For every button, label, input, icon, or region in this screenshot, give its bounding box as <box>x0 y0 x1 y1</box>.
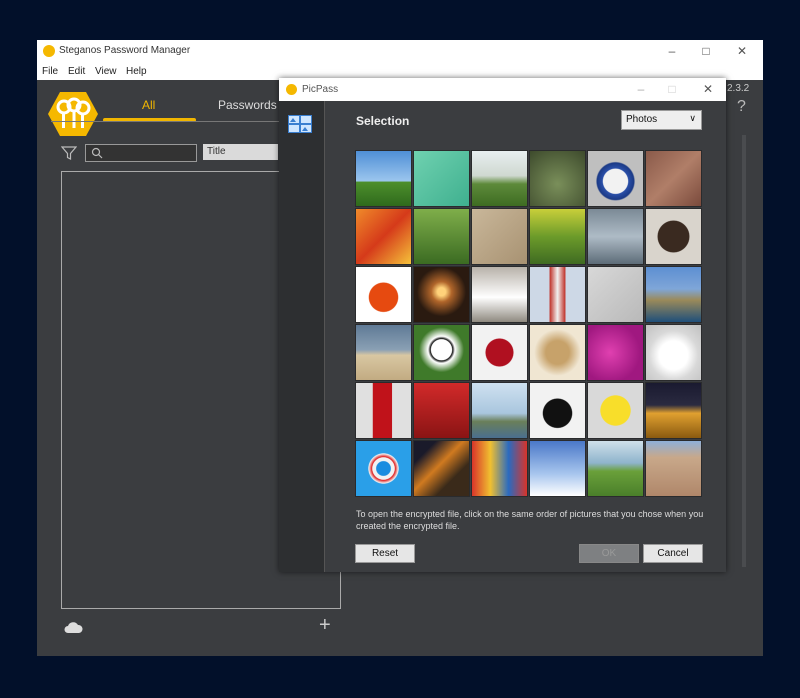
add-entry-button[interactable]: + <box>319 614 331 637</box>
picture-bowl[interactable] <box>587 150 644 207</box>
maximize-button[interactable]: □ <box>699 44 713 58</box>
menu-edit[interactable]: Edit <box>68 66 85 77</box>
title-bar: Steganos Password Manager – □ ✕ <box>37 40 763 63</box>
picture-cliff[interactable] <box>645 266 702 323</box>
sort-select[interactable]: Title <box>203 144 278 160</box>
picture-monkey[interactable] <box>645 208 702 265</box>
picture-fire-truck[interactable] <box>413 382 470 439</box>
picture-gift-bag[interactable] <box>355 208 412 265</box>
picture-tree[interactable] <box>355 150 412 207</box>
picture-grid-icon[interactable] <box>288 115 312 133</box>
picture-apple[interactable] <box>355 266 412 323</box>
app-logo-icon <box>286 84 297 95</box>
cancel-button[interactable]: Cancel <box>643 544 703 563</box>
dialog-close-button[interactable]: ✕ <box>701 82 715 96</box>
tab-all[interactable]: All <box>142 98 155 112</box>
picture-building[interactable] <box>645 440 702 497</box>
dialog-minimize-button[interactable]: – <box>634 82 648 96</box>
picture-telephone[interactable] <box>529 382 586 439</box>
version-label: 2.3.2 <box>727 83 750 94</box>
selection-heading: Selection <box>356 114 410 128</box>
menu-view[interactable]: View <box>95 66 117 77</box>
picture-sea[interactable] <box>587 208 644 265</box>
picture-dog[interactable] <box>355 324 412 381</box>
picture-flowers[interactable] <box>587 324 644 381</box>
picture-lighthouse[interactable] <box>529 266 586 323</box>
picture-extinguisher[interactable] <box>355 382 412 439</box>
picture-smiley[interactable] <box>587 382 644 439</box>
picture-sand[interactable] <box>471 208 528 265</box>
dialog-maximize-button[interactable]: □ <box>665 82 679 96</box>
menu-file[interactable]: File <box>42 66 58 77</box>
picpass-dialog: PicPass – □ ✕ Selection Photos ∨ To open… <box>279 78 726 572</box>
sort-select-value: Title <box>207 146 226 157</box>
picture-football[interactable] <box>413 324 470 381</box>
dialog-title: PicPass <box>302 84 339 95</box>
picture-brick[interactable] <box>645 150 702 207</box>
reset-button[interactable]: Reset <box>355 544 415 563</box>
ok-button[interactable]: OK <box>579 544 639 563</box>
picture-horse[interactable] <box>471 266 528 323</box>
picture-spices[interactable] <box>529 324 586 381</box>
picture-night-road[interactable] <box>413 440 470 497</box>
sidebar-divider <box>324 101 325 572</box>
picture-field[interactable] <box>529 208 586 265</box>
picture-carousel[interactable] <box>471 440 528 497</box>
chevron-down-icon: ∨ <box>689 113 696 123</box>
filter-icon[interactable] <box>61 145 77 161</box>
keys-logo-icon <box>48 92 98 136</box>
picture-set-dropdown[interactable]: Photos ∨ <box>621 110 702 130</box>
tab-passwords[interactable]: Passwords <box>218 98 277 112</box>
picture-grid <box>355 150 703 498</box>
help-button[interactable]: ? <box>737 98 746 116</box>
menu-help[interactable]: Help <box>126 66 147 77</box>
instructions-text: To open the encrypted file, click on the… <box>356 509 704 531</box>
search-icon <box>91 147 103 159</box>
minimize-button[interactable]: – <box>665 44 679 58</box>
picture-set-value: Photos <box>626 114 658 125</box>
tab-divider <box>51 121 281 122</box>
cloud-icon[interactable] <box>63 620 83 634</box>
picture-palm[interactable] <box>471 150 528 207</box>
window-title: Steganos Password Manager <box>59 45 191 56</box>
picture-sky[interactable] <box>529 440 586 497</box>
close-button[interactable]: ✕ <box>735 44 749 58</box>
app-logo-icon <box>43 45 55 57</box>
picture-stork[interactable] <box>413 208 470 265</box>
dialog-sidebar <box>279 101 324 572</box>
picture-leaf[interactable] <box>471 324 528 381</box>
picture-knife[interactable] <box>587 266 644 323</box>
picture-bridge[interactable] <box>471 382 528 439</box>
right-panel-edge <box>742 135 746 567</box>
picture-candle[interactable] <box>413 266 470 323</box>
picture-scissors[interactable] <box>413 150 470 207</box>
picture-lifebuoy[interactable] <box>355 440 412 497</box>
dialog-title-bar: PicPass – □ ✕ <box>279 78 726 101</box>
picture-cactus[interactable] <box>529 150 586 207</box>
picture-theater[interactable] <box>645 382 702 439</box>
picture-deer[interactable] <box>587 440 644 497</box>
picture-cloud[interactable] <box>645 324 702 381</box>
